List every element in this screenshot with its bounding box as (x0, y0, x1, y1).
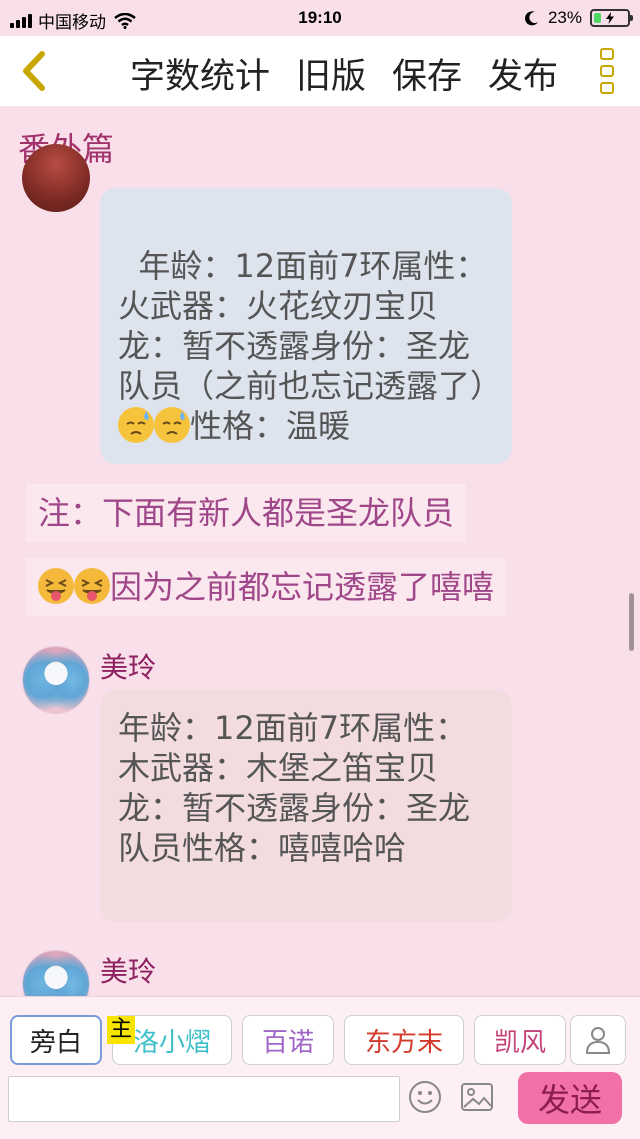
avatar[interactable] (22, 144, 90, 212)
message-text-suffix: 性格：温暖 (190, 407, 351, 445)
input-bar: 发送 (0, 1072, 640, 1139)
more-vertical-icon[interactable] (600, 48, 618, 94)
person-icon (585, 1027, 611, 1054)
editor-toolbar: 字数统计 旧版 保存 发布 (0, 36, 640, 106)
battery-icon (590, 9, 633, 27)
role-dongfang-mo[interactable]: 东方末 (344, 1015, 464, 1065)
battery-fill (594, 13, 602, 23)
status-right: 23% (524, 8, 633, 28)
word-count-button[interactable]: 字数统计 (130, 48, 270, 99)
role-kaifeng[interactable]: 凯风 (474, 1015, 566, 1065)
battery-percent: 23% (547, 8, 582, 27)
squinting-tongue-emoji-icon (74, 568, 110, 604)
image-icon[interactable] (460, 1082, 494, 1112)
narration-note: 因为之前都忘记透露了嘻嘻 (26, 558, 507, 616)
character-name: 美玲 (100, 955, 157, 988)
downcast-sweat-emoji-icon (154, 407, 190, 443)
downcast-sweat-emoji-icon (118, 407, 154, 443)
avatar[interactable] (22, 646, 90, 714)
moon-icon (525, 11, 538, 26)
main-role-tag: 主 (107, 1016, 135, 1044)
narration-note: 注：下面有新人都是圣龙队员 (26, 484, 467, 542)
chevron-left-icon (23, 51, 45, 91)
note-text: 因为之前都忘记透露了嘻嘻 (110, 568, 495, 606)
role-narrator[interactable]: 旁白 (10, 1015, 102, 1065)
toolbar-actions: 字数统计 旧版 保存 发布 (130, 48, 558, 99)
save-button[interactable]: 保存 (392, 48, 462, 99)
role-bar: 旁白 洛小熠 百诺 东方末 凯风 (0, 996, 640, 1074)
scrollbar[interactable] (629, 593, 634, 651)
old-version-button[interactable]: 旧版 (296, 48, 366, 99)
send-button[interactable]: 发送 (518, 1072, 622, 1124)
message-input[interactable] (8, 1076, 400, 1122)
emoji-icon[interactable] (408, 1080, 442, 1114)
role-bainuo[interactable]: 百诺 (242, 1015, 334, 1065)
back-button[interactable] (12, 48, 56, 94)
message-text: 年龄：12面前7环属性：火武器：火花纹刃宝贝龙：暂不透露身份：圣龙队员（之前也忘… (118, 247, 503, 405)
message-bubble: 年龄：12面前7环属性：木武器：木堡之笛宝贝龙：暂不透露身份：圣龙队员性格：嘻嘻… (100, 690, 512, 922)
squinting-tongue-emoji-icon (38, 568, 74, 604)
status-bar: 中国移动 19:10 23% (0, 0, 640, 36)
publish-button[interactable]: 发布 (488, 48, 558, 99)
character-name: 美玲 (100, 651, 157, 684)
charging-bolt-icon (606, 12, 614, 24)
add-character-button[interactable] (570, 1015, 626, 1065)
message-bubble: 年龄：12面前7环属性：火武器：火花纹刃宝贝龙：暂不透露身份：圣龙队员（之前也忘… (100, 188, 512, 464)
